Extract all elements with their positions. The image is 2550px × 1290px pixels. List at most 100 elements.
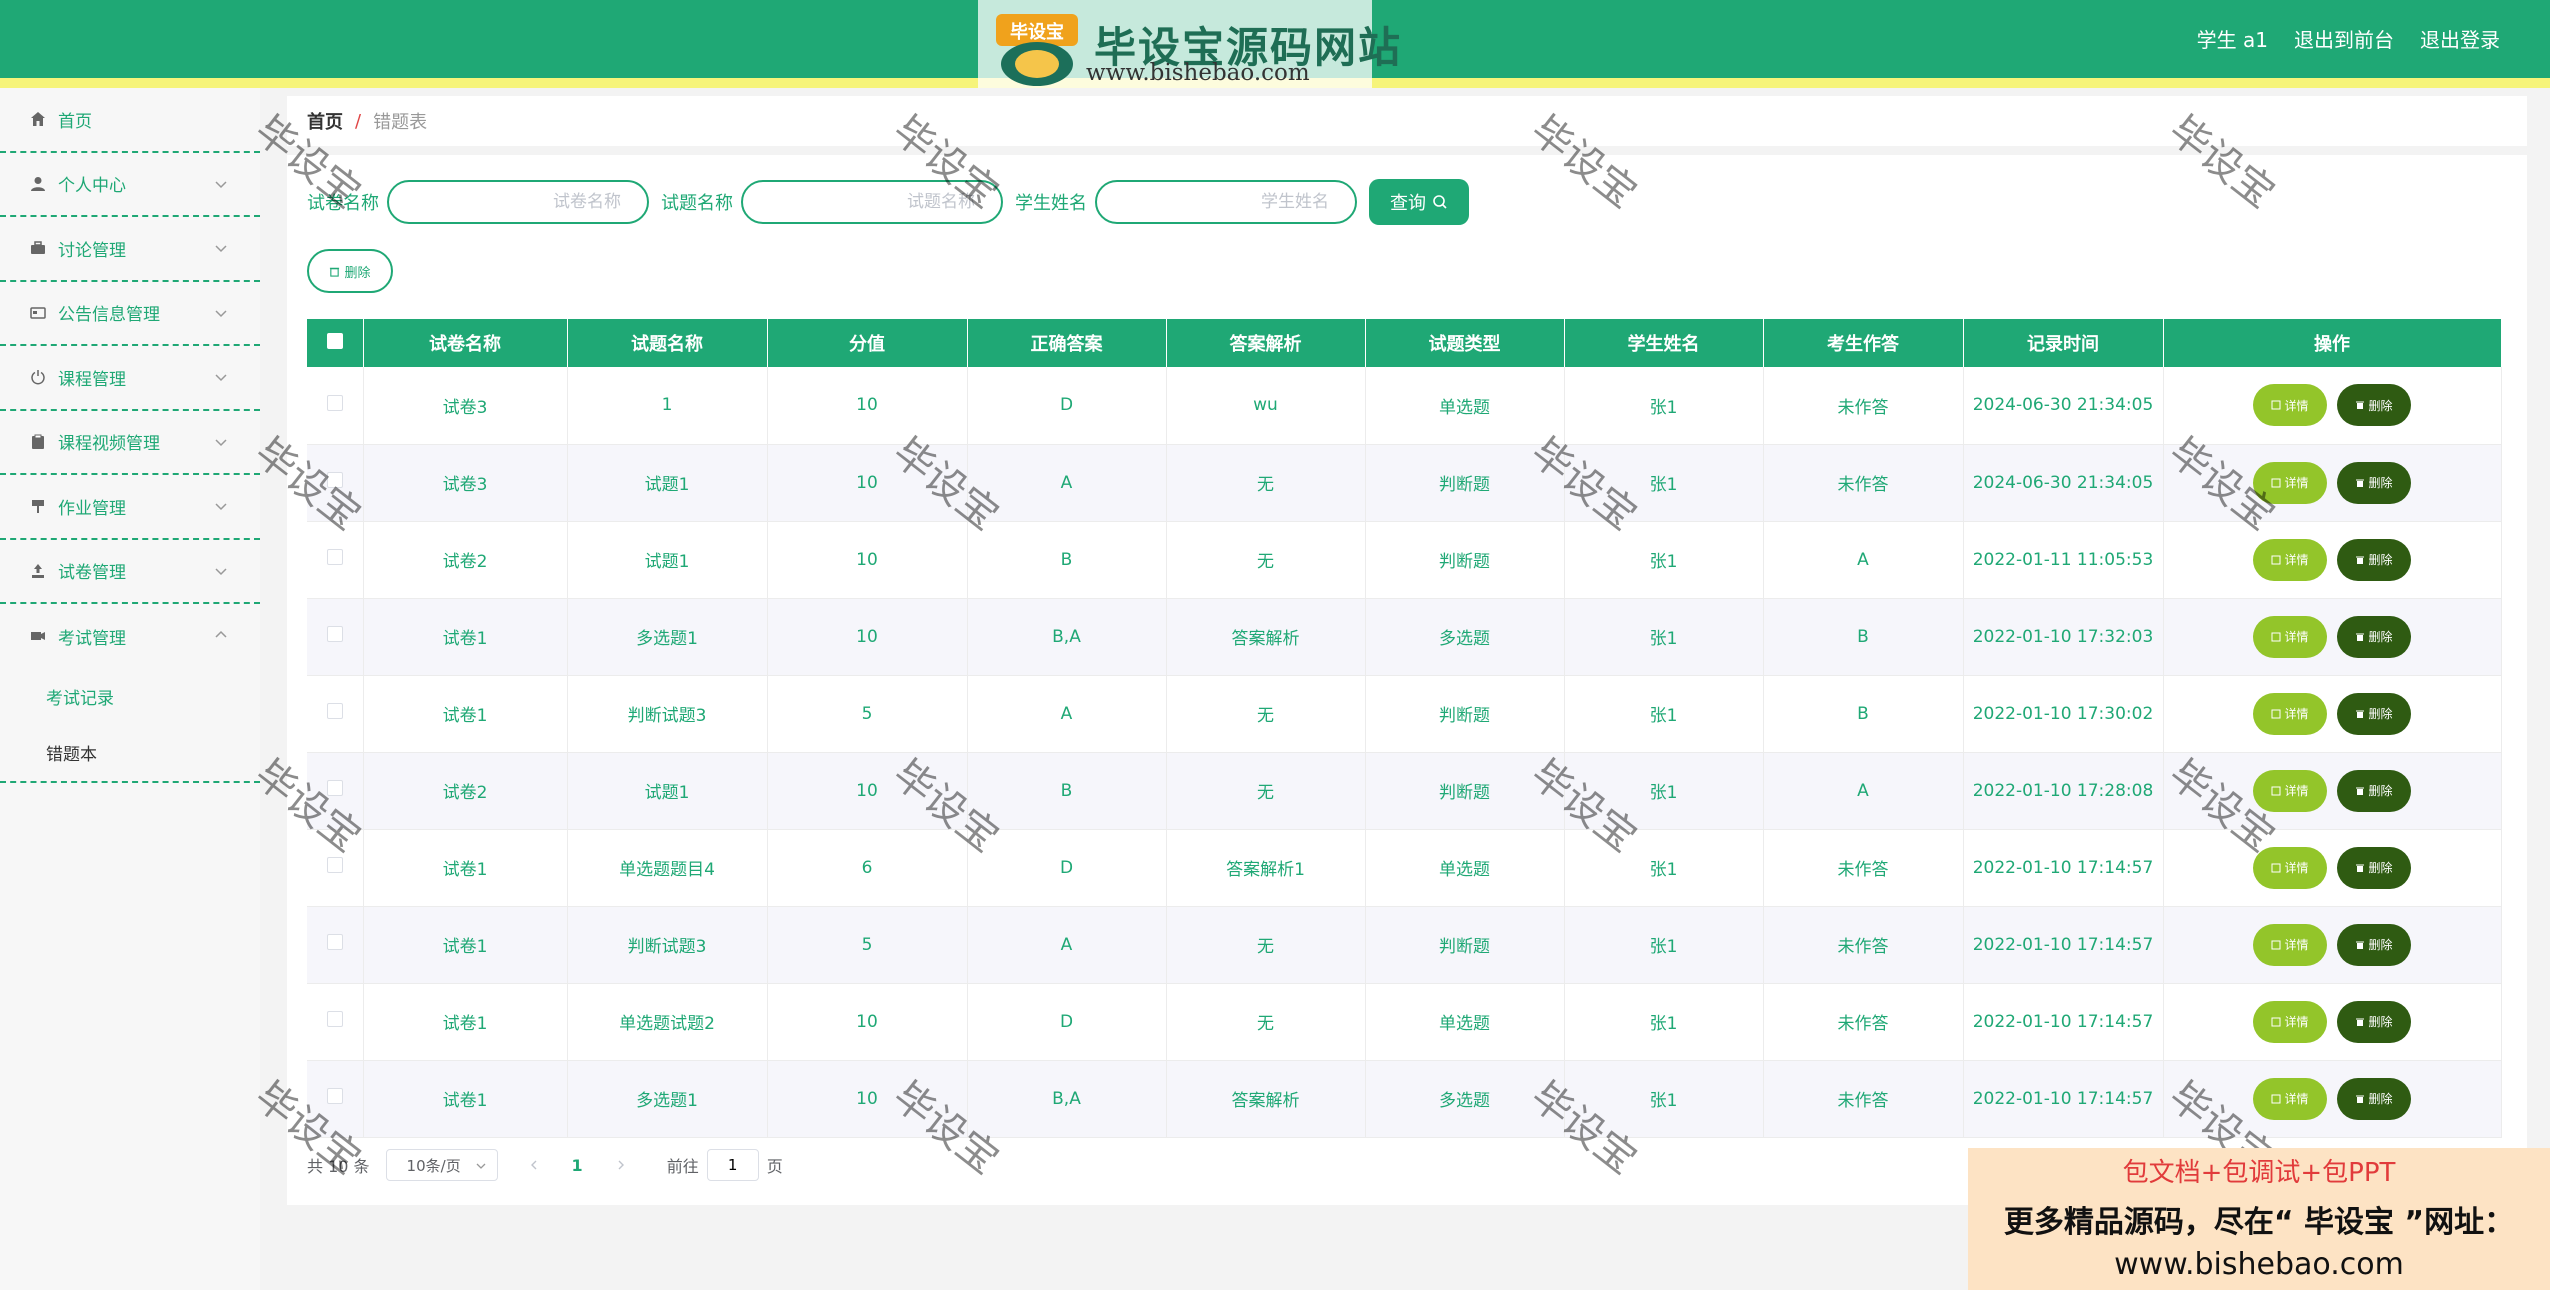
row-checkbox[interactable] xyxy=(326,857,343,873)
row-actions: 详情 删除 xyxy=(2164,1000,2501,1043)
logout-link[interactable]: 退出登录 xyxy=(2420,24,2500,53)
detail-button[interactable]: 详情 xyxy=(2253,384,2327,427)
delete-button[interactable]: 删除 xyxy=(2337,923,2411,966)
student-name-input[interactable] xyxy=(1095,180,1357,224)
detail-button[interactable]: 详情 xyxy=(2253,1077,2327,1120)
delete-button[interactable]: 删除 xyxy=(2337,461,2411,504)
submenu-item-wrong-book[interactable]: 错题本 xyxy=(0,725,260,781)
chevron-down-icon xyxy=(215,309,227,317)
page-size-select[interactable]: 10条/页 xyxy=(385,1149,498,1181)
column-header: 正确答案 xyxy=(967,319,1167,367)
goto-suffix: 页 xyxy=(766,1157,783,1176)
sidebar-item-personal-center[interactable]: 个人中心 xyxy=(0,153,260,217)
detail-button[interactable]: 详情 xyxy=(2253,923,2327,966)
row-select-cell xyxy=(307,521,364,599)
delete-button[interactable]: 删除 xyxy=(2337,615,2411,658)
sidebar-item-discussion[interactable]: 讨论管理 xyxy=(0,217,260,282)
table-header-row: 试卷名称 试题名称 分值 正确答案 答案解析 试题类型 学生姓名 考生作答 记录… xyxy=(307,319,2502,367)
table-cell: 未作答 xyxy=(1763,367,1964,445)
table-cell: 试卷3 xyxy=(363,367,568,445)
delete-button[interactable]: 删除 xyxy=(2337,538,2411,581)
table-cell: 2022-01-10 17:28:08 xyxy=(1963,752,2164,830)
row-checkbox[interactable] xyxy=(326,703,343,719)
table-cell: A xyxy=(967,906,1167,984)
table-cell: 无 xyxy=(1166,521,1366,599)
row-checkbox[interactable] xyxy=(326,394,343,411)
delete-button-label: 删除 xyxy=(2368,861,2393,875)
query-button[interactable]: 查询 xyxy=(1369,179,1469,225)
row-checkbox[interactable] xyxy=(326,472,343,488)
back-to-front-link[interactable]: 退出到前台 xyxy=(2294,24,2394,53)
detail-button[interactable]: 详情 xyxy=(2253,769,2327,812)
column-header: 分值 xyxy=(767,319,968,367)
card-icon xyxy=(28,303,48,323)
page-number[interactable]: 1 xyxy=(572,1156,583,1175)
delete-button[interactable]: 删除 xyxy=(2337,769,2411,812)
row-checkbox[interactable] xyxy=(326,1011,343,1027)
row-checkbox[interactable] xyxy=(326,1088,343,1104)
current-user-link[interactable]: 学生 a1 xyxy=(2197,24,2268,53)
submenu-item-exam-records[interactable]: 考试记录 xyxy=(0,669,260,725)
table-cell: 试题1 xyxy=(567,752,768,830)
question-name-input[interactable] xyxy=(741,180,1003,224)
table-cell: 未作答 xyxy=(1763,983,1964,1061)
trash-icon xyxy=(2356,941,2365,949)
pagination-total: 共 10 条 xyxy=(307,1157,370,1176)
table-cell: B,A xyxy=(967,1060,1167,1138)
sidebar-item-home[interactable]: 首页 xyxy=(0,88,260,153)
sidebar-item-papers[interactable]: 试卷管理 xyxy=(0,540,260,604)
sidebar-item-announcements[interactable]: 公告信息管理 xyxy=(0,282,260,346)
delete-button-label: 删除 xyxy=(2368,1015,2393,1029)
detail-button[interactable]: 详情 xyxy=(2253,615,2327,658)
document-icon xyxy=(2271,400,2281,410)
goto-page-input[interactable] xyxy=(706,1149,759,1181)
row-actions-cell: 详情 删除 xyxy=(2163,521,2502,599)
sidebar-item-label: 试卷管理 xyxy=(58,563,126,584)
sidebar-item-course-videos[interactable]: 课程视频管理 xyxy=(0,411,260,475)
delete-button[interactable]: 删除 xyxy=(2337,692,2411,735)
breadcrumb-home[interactable]: 首页 xyxy=(307,108,343,134)
sidebar-item-courses[interactable]: 课程管理 xyxy=(0,346,260,411)
table-cell: 答案解析1 xyxy=(1166,829,1366,907)
sidebar-item-label: 考试管理 xyxy=(58,628,126,649)
table-cell: 张1 xyxy=(1564,829,1764,907)
row-checkbox[interactable] xyxy=(326,934,343,950)
trash-icon xyxy=(2356,1018,2365,1026)
delete-button[interactable]: 删除 xyxy=(2337,1077,2411,1120)
table-cell: 无 xyxy=(1166,675,1366,753)
delete-button[interactable]: 删除 xyxy=(2337,1000,2411,1043)
trash-icon xyxy=(2356,864,2365,872)
table-cell: 张1 xyxy=(1564,444,1764,522)
table-cell: 试卷1 xyxy=(363,598,568,676)
detail-button[interactable]: 详情 xyxy=(2253,461,2327,504)
delete-button[interactable]: 删除 xyxy=(2337,846,2411,889)
row-actions: 详情 删除 xyxy=(2164,692,2501,735)
table-cell: wu xyxy=(1166,367,1366,445)
row-checkbox[interactable] xyxy=(326,780,343,796)
row-checkbox[interactable] xyxy=(326,549,343,565)
detail-button[interactable]: 详情 xyxy=(2253,538,2327,581)
row-checkbox[interactable] xyxy=(326,626,343,642)
paper-name-input[interactable] xyxy=(387,180,649,224)
trash-icon xyxy=(2356,401,2365,410)
row-select-cell xyxy=(307,983,364,1061)
prev-page-button[interactable] xyxy=(528,1156,540,1175)
delete-button[interactable]: 删除 xyxy=(2337,384,2411,427)
detail-button[interactable]: 详情 xyxy=(2253,846,2327,889)
sidebar-item-label: 公告信息管理 xyxy=(58,305,160,326)
row-actions: 详情 删除 xyxy=(2164,769,2501,812)
select-all-checkbox[interactable] xyxy=(326,332,343,349)
document-icon xyxy=(2271,786,2281,795)
table-cell: 单选题题目4 xyxy=(567,829,768,907)
table-cell: 试题1 xyxy=(567,444,768,522)
sidebar-item-homework[interactable]: 作业管理 xyxy=(0,475,260,540)
breadcrumb-separator: / xyxy=(355,110,362,132)
breadcrumb: 首页 / 错题表 xyxy=(287,96,2527,146)
sidebar-item-exams[interactable]: 考试管理 xyxy=(0,604,260,669)
batch-delete-button[interactable]: 删除 xyxy=(307,249,393,293)
detail-button[interactable]: 详情 xyxy=(2253,1000,2327,1043)
table-cell: 试卷1 xyxy=(363,983,568,1061)
detail-button[interactable]: 详情 xyxy=(2253,692,2327,735)
next-page-button[interactable] xyxy=(615,1156,627,1175)
table-cell: 2022-01-10 17:32:03 xyxy=(1963,598,2164,676)
